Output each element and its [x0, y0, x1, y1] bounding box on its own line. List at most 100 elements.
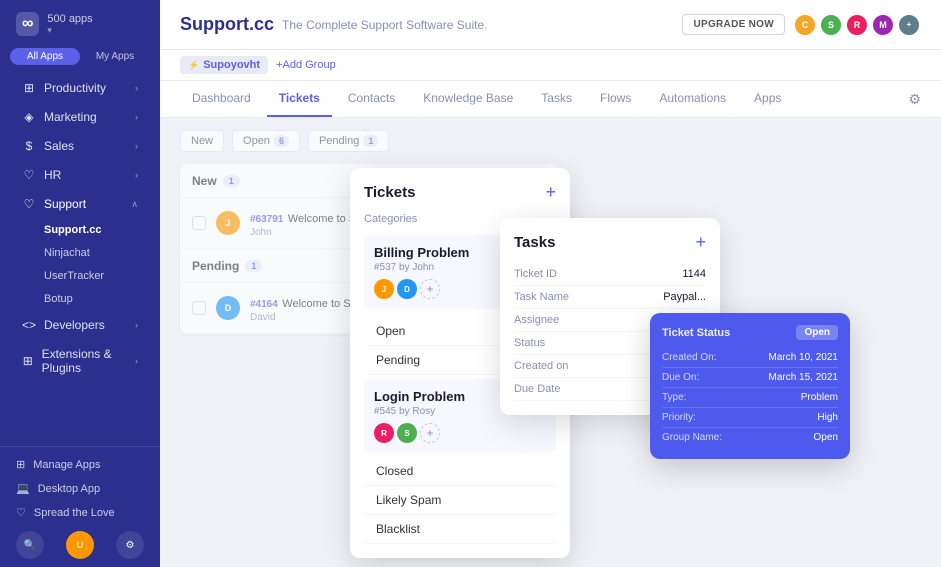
- productivity-icon: ⊞: [22, 81, 36, 95]
- pending-section-title: Pending 1: [192, 259, 262, 273]
- tab-knowledge-base[interactable]: Knowledge Base: [411, 81, 525, 117]
- marketing-icon: ◈: [22, 110, 36, 124]
- tasks-panel-add[interactable]: +: [695, 232, 706, 253]
- sidebar-item-usertracker[interactable]: UserTracker: [6, 265, 154, 287]
- extensions-icon: ⊞: [22, 354, 34, 368]
- tab-apps[interactable]: Apps: [742, 81, 793, 117]
- sidebar-item-ninjachat[interactable]: Ninjachat: [6, 242, 154, 264]
- filter-new-button[interactable]: New: [180, 130, 224, 152]
- ticket-checkbox-2[interactable]: [192, 301, 206, 315]
- cat-avatar-3: R: [374, 423, 394, 443]
- tab-dashboard[interactable]: Dashboard: [180, 81, 263, 117]
- desktop-app-link[interactable]: 💻 Desktop App: [16, 479, 144, 498]
- status-row-type: Type: Problem: [662, 388, 838, 408]
- filter-pending-button[interactable]: Pending 1: [308, 130, 389, 152]
- marketing-chevron: ›: [135, 112, 138, 122]
- sidebar-item-marketing[interactable]: ◈ Marketing ›: [6, 103, 154, 131]
- spread-love-icon: ♡: [16, 506, 26, 519]
- status-row-due-on: Due On: March 15, 2021: [662, 368, 838, 388]
- add-group-button[interactable]: +Add Group: [276, 59, 336, 71]
- cat-avatar-4: S: [397, 423, 417, 443]
- sidebar-tabs: All Apps My Apps: [10, 48, 150, 65]
- avatar-group: C S R M +: [793, 13, 921, 37]
- nav-tabs: Dashboard Tickets Contacts Knowledge Bas…: [160, 81, 941, 118]
- avatar-more: +: [897, 13, 921, 37]
- ticket-checkbox[interactable]: [192, 216, 206, 230]
- group-tag[interactable]: ⚡ Supoyovht: [180, 56, 268, 74]
- settings-icon[interactable]: ⚙: [908, 91, 921, 108]
- sidebar-item-developers[interactable]: <> Developers ›: [6, 311, 154, 339]
- hr-chevron: ›: [135, 170, 138, 180]
- sales-icon: $: [22, 139, 36, 153]
- support-chevron: ∧: [131, 199, 138, 210]
- search-bottom-icon[interactable]: 🔍: [16, 531, 44, 559]
- avatar-r: R: [845, 13, 869, 37]
- sidebar: ∞ 500 apps ▾ All Apps My Apps ⊞ Producti…: [0, 0, 160, 567]
- tab-flows[interactable]: Flows: [588, 81, 643, 117]
- manage-apps-icon: ⊞: [16, 458, 25, 471]
- support-icon: ♡: [22, 197, 36, 211]
- cat-item-likely-spam[interactable]: Likely Spam: [364, 486, 556, 515]
- avatar-c: C: [793, 13, 817, 37]
- group-tag-icon: ⚡: [188, 60, 199, 71]
- sidebar-item-support-cc[interactable]: Support.cc: [6, 219, 154, 241]
- tab-tickets[interactable]: Tickets: [267, 81, 332, 117]
- status-panel-title: Ticket Status: [662, 327, 730, 339]
- productivity-chevron: ›: [135, 83, 138, 93]
- apps-chevron: ▾: [47, 25, 92, 36]
- settings-bottom-icon[interactable]: ⚙: [116, 531, 144, 559]
- content-area: New Open 6 Pending 1 New 1: [160, 118, 941, 567]
- upgrade-button[interactable]: UPGRADE NOW: [682, 14, 785, 35]
- tickets-panel-title: Tickets: [364, 184, 415, 201]
- sidebar-item-support[interactable]: ♡ Support ∧: [6, 190, 154, 218]
- manage-apps-link[interactable]: ⊞ Manage Apps: [16, 455, 144, 474]
- desktop-app-icon: 💻: [16, 482, 30, 495]
- tasks-row-ticket-id: Ticket ID 1144: [514, 263, 706, 286]
- developers-chevron: ›: [135, 320, 138, 330]
- tab-automations[interactable]: Automations: [647, 81, 738, 117]
- tab-contacts[interactable]: Contacts: [336, 81, 407, 117]
- new-section-title: New 1: [192, 174, 240, 188]
- sidebar-nav: ⊞ Productivity › ◈ Marketing › $ Sales ›: [0, 73, 160, 446]
- tab-my-apps[interactable]: My Apps: [80, 48, 150, 65]
- cat-add-avatar[interactable]: +: [420, 279, 440, 299]
- extensions-chevron: ›: [135, 356, 138, 366]
- sidebar-item-productivity[interactable]: ⊞ Productivity ›: [6, 74, 154, 102]
- header: Support.cc The Complete Support Software…: [160, 0, 941, 50]
- status-row-priority: Priority: High: [662, 408, 838, 428]
- sidebar-item-sales[interactable]: $ Sales ›: [6, 132, 154, 160]
- cat-avatar-2: D: [397, 279, 417, 299]
- ticket-avatar: J: [216, 211, 240, 235]
- cat-avatar-1: J: [374, 279, 394, 299]
- status-row-created-on: Created On: March 10, 2021: [662, 348, 838, 368]
- sub-header: ⚡ Supoyovht +Add Group: [160, 50, 941, 81]
- cat-item-blacklist[interactable]: Blacklist: [364, 515, 556, 544]
- ticket-avatar-2: D: [216, 296, 240, 320]
- cat-item-closed[interactable]: Closed: [364, 457, 556, 486]
- tickets-panel-add[interactable]: +: [545, 182, 556, 203]
- sales-chevron: ›: [135, 141, 138, 151]
- filter-bar: New Open 6 Pending 1: [180, 130, 921, 152]
- avatar-m: M: [871, 13, 895, 37]
- developers-icon: <>: [22, 318, 36, 332]
- sidebar-bottom: ⊞ Manage Apps 💻 Desktop App ♡ Spread the…: [0, 446, 160, 567]
- cat-add-avatar-2[interactable]: +: [420, 423, 440, 443]
- sidebar-logo: ∞ 500 apps ▾: [0, 0, 160, 42]
- logo-icon: ∞: [16, 12, 39, 36]
- spread-love-link[interactable]: ♡ Spread the Love: [16, 503, 144, 522]
- status-panel: Ticket Status Open Created On: March 10,…: [650, 313, 850, 459]
- avatar-s: S: [819, 13, 843, 37]
- sidebar-item-botup[interactable]: Botup: [6, 288, 154, 310]
- filter-open-button[interactable]: Open 6: [232, 130, 300, 152]
- sidebar-item-hr[interactable]: ♡ HR ›: [6, 161, 154, 189]
- apps-count-label: 500 apps: [47, 13, 92, 25]
- tasks-panel-title: Tasks: [514, 234, 555, 251]
- tab-all-apps[interactable]: All Apps: [10, 48, 80, 65]
- app-title: Support.cc: [180, 14, 274, 35]
- app-subtitle: The Complete Support Software Suite.: [282, 18, 487, 32]
- tab-tasks[interactable]: Tasks: [529, 81, 584, 117]
- hr-icon: ♡: [22, 168, 36, 182]
- main-content: Support.cc The Complete Support Software…: [160, 0, 941, 567]
- sidebar-item-extensions[interactable]: ⊞ Extensions & Plugins ›: [6, 340, 154, 382]
- user-avatar-icon[interactable]: U: [66, 531, 94, 559]
